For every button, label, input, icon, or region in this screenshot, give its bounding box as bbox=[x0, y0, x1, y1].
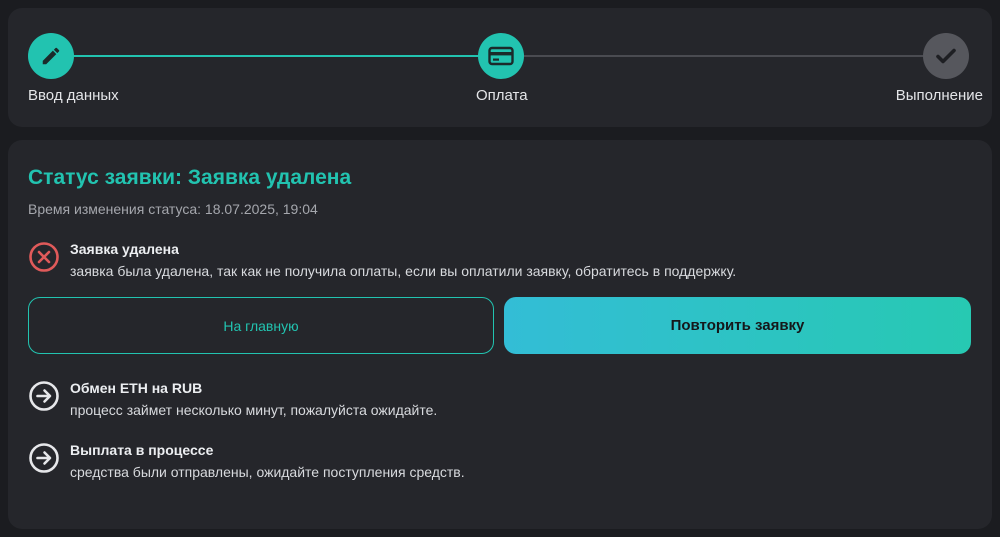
progress-item-description: средства были отправлены, ожидайте посту… bbox=[70, 464, 465, 480]
stepper-line-completed bbox=[58, 55, 508, 57]
step-data-entry bbox=[28, 33, 74, 79]
step-label-payment: Оплата bbox=[476, 87, 528, 104]
home-button[interactable]: На главную bbox=[28, 297, 494, 354]
progress-item-payout: Выплата в процессе средства были отправл… bbox=[28, 441, 972, 484]
progress-item-exchange: Обмен ETH на RUB процесс займет нескольк… bbox=[28, 379, 972, 422]
progress-item-description: процесс займет несколько минут, пожалуйс… bbox=[70, 402, 438, 418]
status-title: Статус заявки: Заявка удалена bbox=[28, 166, 352, 189]
step-label-data-entry: Ввод данных bbox=[28, 87, 119, 104]
status-alert: Заявка удалена заявка была удалена, так … bbox=[28, 240, 972, 283]
pencil-icon bbox=[42, 47, 60, 65]
status-timestamp: Время изменения статуса: 18.07.2025, 19:… bbox=[28, 201, 318, 217]
stepper-line-pending bbox=[508, 55, 954, 57]
progress-stepper: Ввод данных Оплата Выполнение bbox=[8, 8, 992, 127]
credit-card-icon bbox=[488, 46, 514, 66]
status-panel: Статус заявки: Заявка удалена Время изме… bbox=[8, 140, 992, 529]
step-completion bbox=[923, 33, 969, 79]
arrow-right-circle-icon bbox=[28, 380, 60, 412]
step-payment bbox=[478, 33, 524, 79]
step-label-completion: Выполнение bbox=[895, 87, 983, 104]
checkmark-icon bbox=[936, 48, 956, 64]
alert-description: заявка была удалена, так как не получила… bbox=[70, 263, 737, 279]
error-x-icon bbox=[28, 241, 60, 273]
retry-order-button[interactable]: Повторить заявку bbox=[504, 297, 971, 354]
progress-item-title: Выплата в процессе bbox=[70, 442, 214, 458]
alert-title: Заявка удалена bbox=[70, 241, 179, 257]
progress-item-title: Обмен ETH на RUB bbox=[70, 380, 203, 396]
arrow-right-circle-icon bbox=[28, 442, 60, 474]
